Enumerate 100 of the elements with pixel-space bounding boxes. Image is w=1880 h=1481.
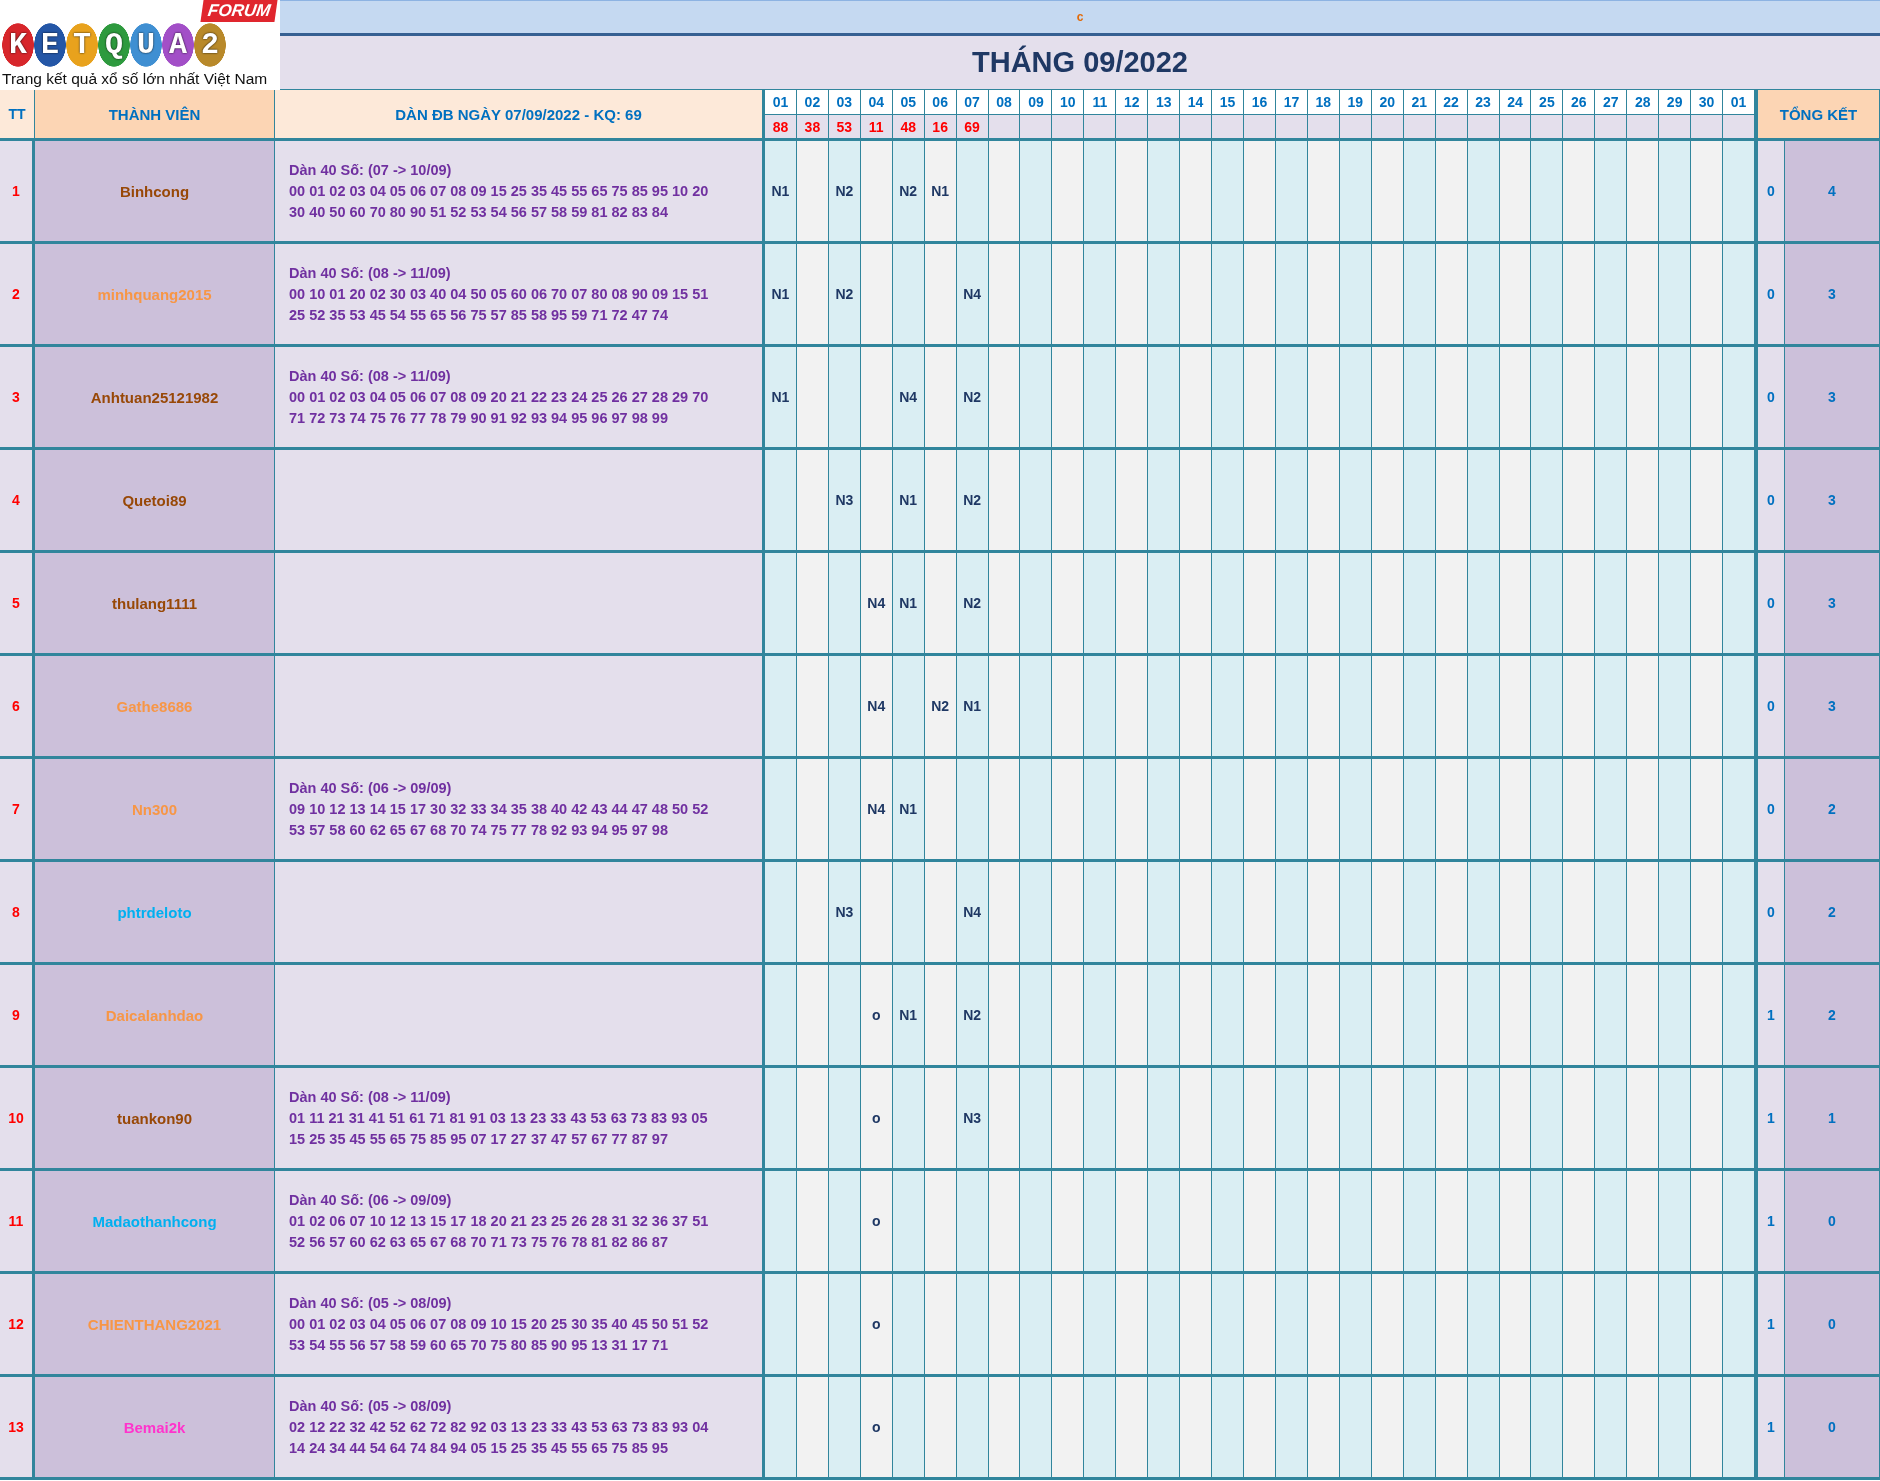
- number-line: 00 01 02 03 04 05 06 07 08 09 15 25 35 45 55 65 75 85 95 10 20: [289, 183, 709, 199]
- set-heading: Dàn 40 Số: (08 -> 11/09): [289, 265, 451, 281]
- band-text: c: [1076, 10, 1084, 24]
- total-count: 0: [1785, 1171, 1880, 1274]
- member-name: Madaothanhcong: [92, 1212, 217, 1230]
- result-cell: 69: [956, 115, 989, 141]
- row-number: 10: [0, 1068, 35, 1171]
- number-line: 00 01 02 03 04 05 06 07 08 09 20 21 22 23 24 25 26 27 28 29 70: [289, 389, 709, 405]
- total-count: 2: [1785, 965, 1880, 1068]
- total-count: 3: [1785, 553, 1880, 656]
- day-header: 02: [796, 90, 829, 115]
- day-header: 01: [765, 90, 797, 115]
- page-title: THÁNG 09/2022: [972, 46, 1188, 79]
- member-name: Nn300: [132, 800, 177, 818]
- day-header: 03: [828, 90, 861, 115]
- member-name: Anhtuan25121982: [90, 388, 219, 406]
- day-header: 30: [1691, 90, 1724, 115]
- day-header: 07: [956, 90, 989, 115]
- miss-count: 0: [1755, 450, 1785, 553]
- miss-count: 1: [1755, 1068, 1785, 1171]
- member-name: Bemai2k: [123, 1418, 186, 1436]
- row-number: 11: [0, 1171, 35, 1274]
- member-name: thulang1111: [111, 594, 197, 612]
- day-cell: o: [860, 1171, 893, 1274]
- number-line: 00 01 02 03 04 05 06 07 08 09 10 15 20 25 30 35 40 45 50 51 52: [289, 1316, 709, 1332]
- total-count: 0: [1785, 1274, 1880, 1377]
- member-name: Gathe8686: [116, 697, 193, 715]
- member-name: Binhcong: [119, 182, 190, 200]
- result-cell: 38: [796, 115, 829, 141]
- header-cell: TỔNG KẾT: [1755, 90, 1880, 141]
- day-header: 12: [1116, 90, 1149, 115]
- day-header: 13: [1148, 90, 1181, 115]
- total-count: 3: [1785, 244, 1880, 347]
- logo-wordmark: KETQUA2: [2, 22, 226, 68]
- day-cell: N2: [956, 553, 989, 656]
- day-cell: N1: [892, 553, 925, 656]
- row-number: 13: [0, 1377, 35, 1480]
- day-header: 06: [924, 90, 957, 115]
- total-count: 3: [1785, 450, 1880, 553]
- member-name: Quetoi89: [122, 491, 187, 509]
- day-cell: N4: [956, 862, 989, 965]
- result-cell: 53: [828, 115, 861, 141]
- day-cell: N2: [956, 450, 989, 553]
- day-header: 20: [1371, 90, 1404, 115]
- day-cell: N4: [892, 347, 925, 450]
- miss-count: 1: [1755, 1171, 1785, 1274]
- miss-count: 0: [1755, 244, 1785, 347]
- day-cell: N2: [924, 656, 957, 759]
- day-header: 19: [1339, 90, 1372, 115]
- day-header: 26: [1563, 90, 1596, 115]
- row-number: 2: [0, 244, 35, 347]
- day-header: 29: [1659, 90, 1692, 115]
- miss-count: 0: [1755, 553, 1785, 656]
- day-header: 08: [988, 90, 1021, 115]
- row-number: 3: [0, 347, 35, 450]
- set-heading: Dàn 40 Số: (05 -> 08/09): [289, 1295, 452, 1311]
- day-cell: N3: [828, 862, 861, 965]
- set-heading: Dàn 40 Số: (08 -> 11/09): [289, 1089, 451, 1105]
- day-header: 18: [1307, 90, 1340, 115]
- miss-count: 0: [1755, 759, 1785, 862]
- day-cell: o: [860, 1377, 893, 1480]
- header-cell: TT: [0, 90, 35, 141]
- day-header: 27: [1595, 90, 1628, 115]
- total-count: 3: [1785, 347, 1880, 450]
- day-cell: N3: [828, 450, 861, 553]
- result-cell: 16: [924, 115, 957, 141]
- day-cell: N2: [956, 347, 989, 450]
- set-heading: Dàn 40 Số: (05 -> 08/09): [289, 1398, 452, 1414]
- day-cell: N1: [892, 965, 925, 1068]
- day-cell: N3: [956, 1068, 989, 1171]
- member-name: minhquang2015: [97, 285, 212, 303]
- day-cell: N1: [765, 244, 797, 347]
- number-line: 00 10 01 20 02 30 03 40 04 50 05 60 06 70 07 80 08 90 09 15 51: [289, 286, 709, 302]
- miss-count: 1: [1755, 965, 1785, 1068]
- miss-count: 1: [1755, 1274, 1785, 1377]
- day-cell: N1: [956, 656, 989, 759]
- logo-tagline: Trang kết quả xổ số lớn nhất Việt Nam: [2, 70, 269, 88]
- number-line: 09 10 12 13 14 15 17 30 32 33 34 35 38 40 42 43 44 47 48 50 52: [289, 801, 709, 817]
- row-number: 4: [0, 450, 35, 553]
- set-heading: Dàn 40 Số: (06 -> 09/09): [289, 1192, 452, 1208]
- total-count: 2: [1785, 862, 1880, 965]
- number-line: 02 12 22 32 42 52 62 72 82 92 03 13 23 33 43 53 63 73 83 93 04: [289, 1419, 709, 1435]
- result-cell: 11: [860, 115, 893, 141]
- day-header: 10: [1052, 90, 1085, 115]
- day-header: 24: [1499, 90, 1532, 115]
- header-cell: THÀNH VIÊN: [35, 90, 275, 141]
- result-cell: 88: [765, 115, 797, 141]
- day-header: 28: [1627, 90, 1660, 115]
- row-number: 12: [0, 1274, 35, 1377]
- forum-badge: FORUM: [200, 0, 278, 22]
- day-cell: N1: [924, 141, 957, 244]
- day-header: 15: [1212, 90, 1245, 115]
- day-header: 05: [892, 90, 925, 115]
- miss-count: 1: [1755, 1377, 1785, 1480]
- day-cell: N1: [765, 141, 797, 244]
- member-name: Daicalanhdao: [105, 1006, 204, 1024]
- number-line: 53 54 55 56 57 58 59 60 65 70 75 80 85 90 95 13 31 17 71: [289, 1337, 668, 1353]
- day-header: 16: [1244, 90, 1276, 115]
- set-heading: Dàn 40 Số: (08 -> 11/09): [289, 368, 451, 384]
- day-cell: N1: [765, 347, 797, 450]
